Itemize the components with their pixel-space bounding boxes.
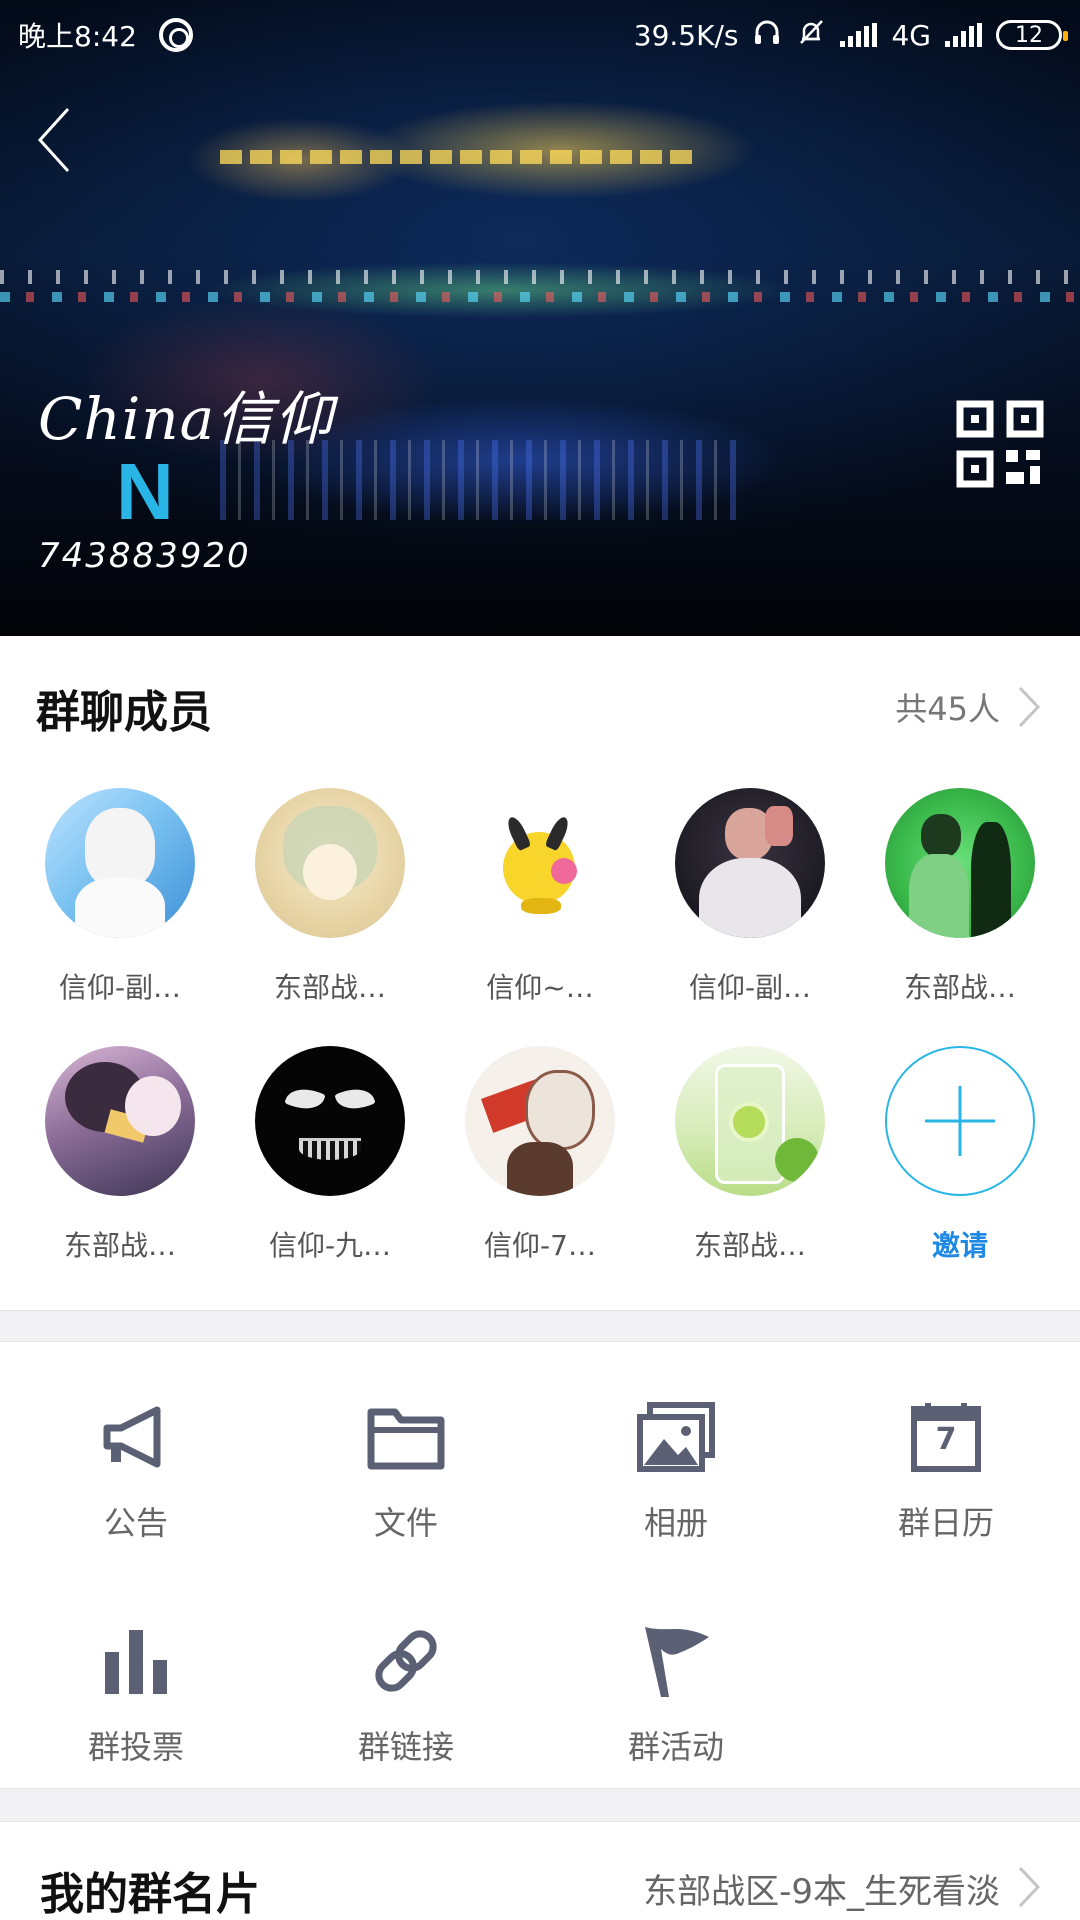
battery-icon: 12 — [996, 20, 1068, 50]
members-title: 群聊成员 — [36, 687, 212, 738]
member-item[interactable]: 信仰-九… — [240, 1046, 420, 1264]
member-avatar — [45, 1046, 195, 1196]
member-item[interactable]: 信仰-7… — [450, 1046, 630, 1264]
member-name: 信仰~… — [486, 971, 594, 1004]
member-item[interactable]: 东部战… — [240, 788, 420, 1006]
member-avatar — [465, 1046, 615, 1196]
section-divider — [0, 1310, 1080, 1342]
group-name: China信仰 — [38, 385, 334, 453]
func-label: 群日历 — [897, 1504, 994, 1542]
func-calendar[interactable]: 7 群日历 — [856, 1392, 1036, 1544]
func-label: 公告 — [103, 1504, 168, 1542]
members-section: 群聊成员 共45人 信仰-副… 东部战… 信仰~… 信仰-副… 东部战… 东部战… — [0, 636, 1080, 1310]
func-album[interactable]: 相册 — [586, 1392, 766, 1544]
app-notification-icon — [158, 18, 193, 52]
member-item[interactable]: 东部战… — [870, 788, 1050, 1006]
group-logo: N — [116, 447, 174, 536]
back-arrow-icon — [37, 107, 70, 173]
member-name: 东部战… — [903, 971, 1016, 1004]
header-bg-lights — [220, 150, 700, 164]
back-button[interactable] — [24, 100, 84, 180]
member-name: 东部战… — [693, 1229, 806, 1262]
member-item[interactable]: 信仰~… — [450, 788, 630, 1006]
network-type: 4G — [891, 18, 931, 52]
func-announcement[interactable]: 公告 — [46, 1392, 226, 1544]
header-bg-lights — [0, 292, 1080, 302]
member-name: 信仰-副… — [688, 971, 812, 1004]
calendar-icon: 7 — [901, 1392, 991, 1482]
signal-icon — [840, 23, 878, 47]
chevron-right-icon — [1018, 1866, 1041, 1908]
add-member-icon — [885, 1046, 1035, 1196]
status-bar: 晚上8:42 39.5K/s 4G 12 — [0, 0, 1080, 70]
header-bg-lights — [0, 270, 1080, 284]
link-icon — [361, 1616, 451, 1706]
func-label: 群活动 — [627, 1728, 724, 1766]
func-label: 文件 — [373, 1504, 438, 1542]
member-item[interactable]: 东部战… — [30, 1046, 210, 1264]
folder-icon — [361, 1392, 451, 1482]
member-avatar — [675, 1046, 825, 1196]
status-right: 39.5K/s 4G 12 — [633, 17, 1068, 54]
signal-icon — [945, 23, 982, 47]
members-header[interactable]: 群聊成员 共45人 — [0, 676, 1080, 738]
qr-code-icon — [956, 400, 1044, 488]
func-activity[interactable]: 群活动 — [586, 1616, 766, 1768]
func-label: 相册 — [643, 1504, 708, 1542]
invite-label: 邀请 — [931, 1229, 988, 1262]
func-label: 群投票 — [87, 1728, 184, 1766]
my-group-card-row[interactable]: 我的群名片 东部战区-9本_生死看淡 — [0, 1822, 1080, 1920]
group-header: 晚上8:42 39.5K/s 4G 12 China信仰 N 743883920 — [0, 0, 1080, 636]
member-avatar — [45, 788, 195, 938]
status-time: 晚上8:42 — [18, 20, 137, 53]
mute-bell-icon — [796, 17, 826, 54]
member-avatar — [255, 1046, 405, 1196]
group-id: 743883920 — [38, 536, 251, 576]
bar-chart-icon — [91, 1616, 181, 1706]
members-count: 共45人 — [895, 690, 1000, 728]
megaphone-icon — [91, 1392, 181, 1482]
photo-album-icon — [631, 1392, 721, 1482]
func-files[interactable]: 文件 — [316, 1392, 496, 1544]
calendar-day: 7 — [935, 1422, 957, 1457]
member-avatar — [465, 788, 615, 938]
member-name: 信仰-九… — [268, 1229, 392, 1262]
my-card-value: 东部战区-9本_生死看淡 — [643, 1872, 1000, 1912]
member-name: 东部战… — [63, 1229, 176, 1262]
battery-level: 12 — [1015, 22, 1043, 48]
member-item[interactable]: 东部战… — [660, 1046, 840, 1264]
member-name: 信仰-副… — [58, 971, 182, 1004]
headphones-icon — [752, 17, 782, 54]
functions-grid: 公告 文件 相册 7 群日历 群投票 群链接 群活动 — [0, 1342, 1080, 1788]
chevron-right-icon — [1018, 686, 1041, 728]
member-name: 东部战… — [273, 971, 386, 1004]
member-item[interactable]: 信仰-副… — [30, 788, 210, 1006]
member-avatar — [675, 788, 825, 938]
network-speed: 39.5K/s — [633, 18, 739, 52]
member-avatar — [255, 788, 405, 938]
section-divider — [0, 1788, 1080, 1822]
my-card-title: 我的群名片 — [40, 1869, 260, 1920]
func-vote[interactable]: 群投票 — [46, 1616, 226, 1768]
invite-button[interactable]: 邀请 — [870, 1046, 1050, 1264]
member-avatar — [885, 788, 1035, 938]
func-label: 群链接 — [357, 1728, 454, 1766]
member-name: 信仰-7… — [484, 1229, 596, 1262]
flag-icon — [631, 1616, 721, 1706]
qr-code-button[interactable] — [956, 400, 1044, 488]
member-item[interactable]: 信仰-副… — [660, 788, 840, 1006]
func-link[interactable]: 群链接 — [316, 1616, 496, 1768]
